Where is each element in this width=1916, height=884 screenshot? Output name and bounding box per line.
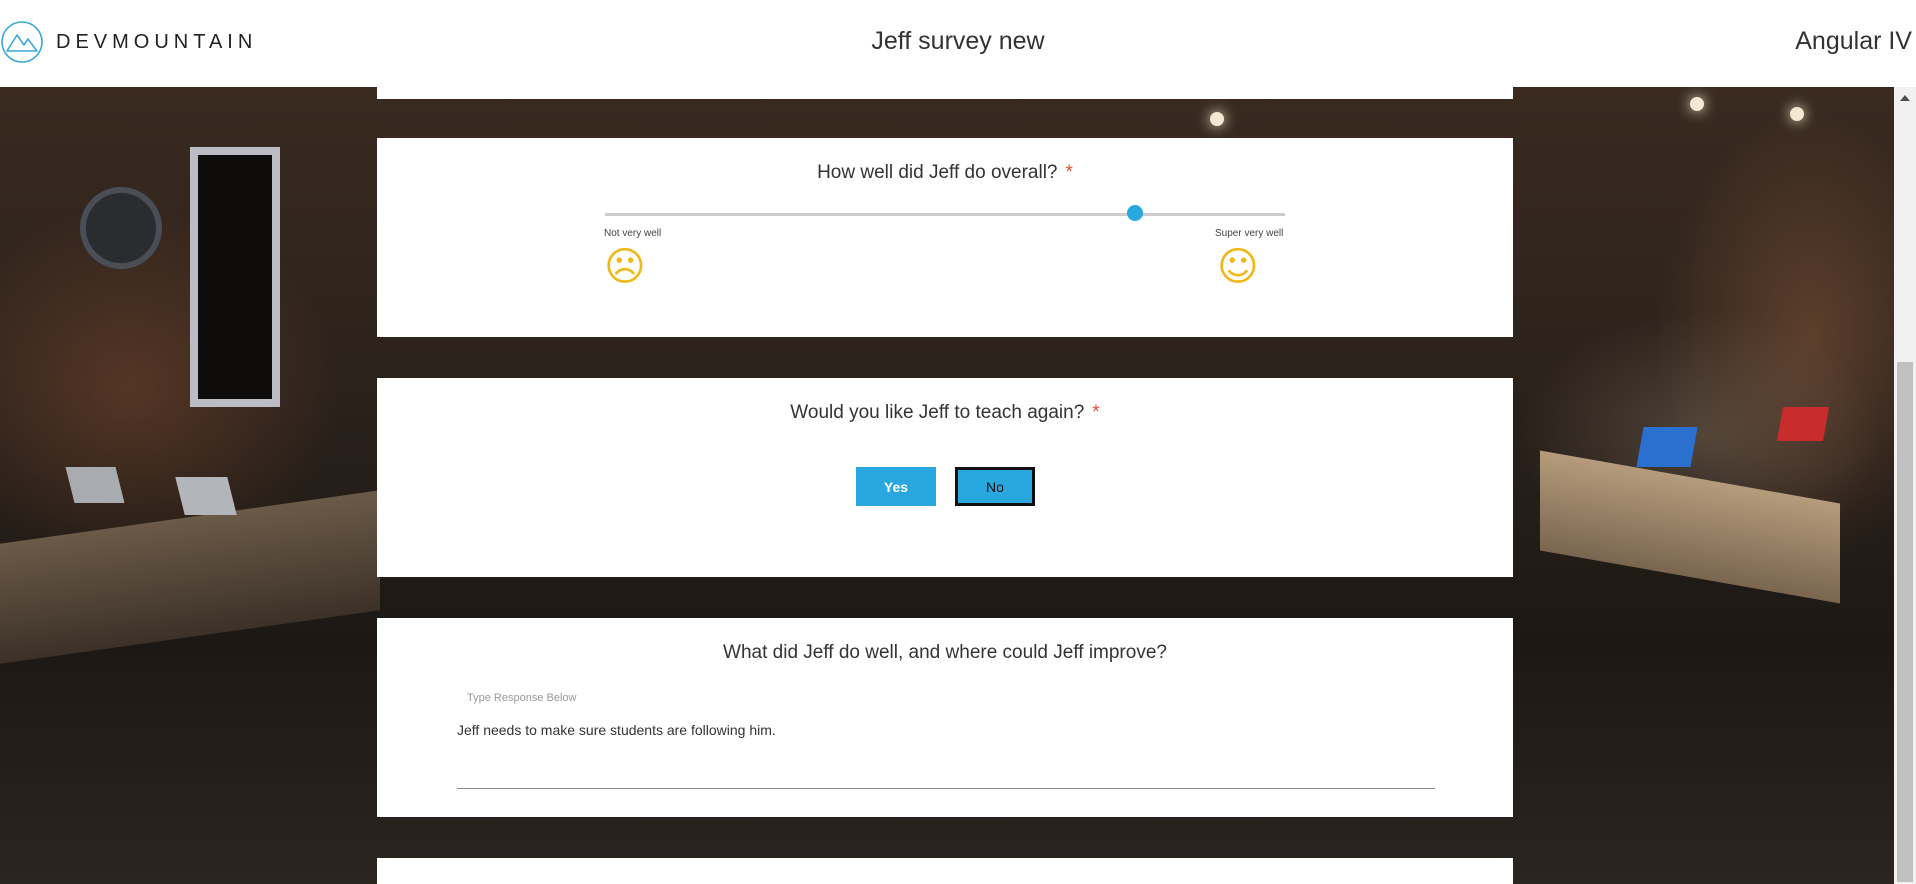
background-table: [1540, 450, 1840, 604]
question-card-feedback: What did Jeff do well, and where could J…: [377, 618, 1513, 817]
background-window: [190, 147, 280, 407]
question-text: Would you like Jeff to teach again?: [790, 402, 1085, 423]
scroll-up-arrow-icon[interactable]: [1894, 87, 1916, 109]
scrollbar-thumb[interactable]: [1897, 362, 1913, 882]
previous-question-card: [377, 87, 1513, 99]
rating-slider-track[interactable]: [605, 213, 1285, 216]
yes-button[interactable]: Yes: [856, 467, 936, 506]
question-prompt: How well did Jeff do overall? *: [377, 162, 1513, 184]
textarea-underline: [457, 788, 1435, 789]
background-light: [1210, 112, 1224, 126]
question-card-teach-again: Would you like Jeff to teach again? * Yes…: [377, 378, 1513, 577]
required-marker: *: [1092, 402, 1100, 423]
feedback-textarea[interactable]: Jeff needs to make sure students are fol…: [457, 722, 776, 738]
background-table: [0, 490, 380, 664]
response-placeholder: Type Response Below: [467, 692, 577, 704]
background-laptop: [65, 467, 125, 503]
slider-min-label: Not very well: [604, 228, 662, 239]
question-prompt: Would you like Jeff to teach again? *: [377, 402, 1513, 424]
no-button[interactable]: No: [955, 467, 1035, 506]
background-laptop: [1636, 427, 1698, 467]
background-light: [1790, 107, 1804, 121]
slider-max-label: Super very well: [1215, 228, 1284, 239]
question-prompt: What did Jeff do well, and where could J…: [377, 642, 1513, 664]
question-card-overall-rating: How well did Jeff do overall? * Not very …: [377, 138, 1513, 337]
background-laptop: [175, 477, 237, 515]
required-marker: *: [1065, 162, 1073, 183]
question-text: How well did Jeff do overall?: [817, 162, 1058, 183]
top-header: DEVMOUNTAIN Jeff survey new Angular IV: [0, 0, 1916, 87]
background-fan: [80, 187, 162, 269]
question-text: What did Jeff do well, and where could J…: [723, 642, 1167, 663]
background-light: [1690, 97, 1704, 111]
course-name: Angular IV: [1795, 27, 1912, 55]
next-question-card: [377, 858, 1513, 884]
frowning-face-thumbs-down-icon: ☹: [604, 244, 646, 290]
survey-title: Jeff survey new: [871, 27, 1045, 55]
page-scrollbar[interactable]: [1894, 87, 1916, 884]
rating-slider-thumb[interactable]: [1127, 205, 1144, 221]
winking-face-thumbs-up-icon: ☺: [1217, 244, 1259, 290]
background-laptop: [1777, 407, 1829, 441]
